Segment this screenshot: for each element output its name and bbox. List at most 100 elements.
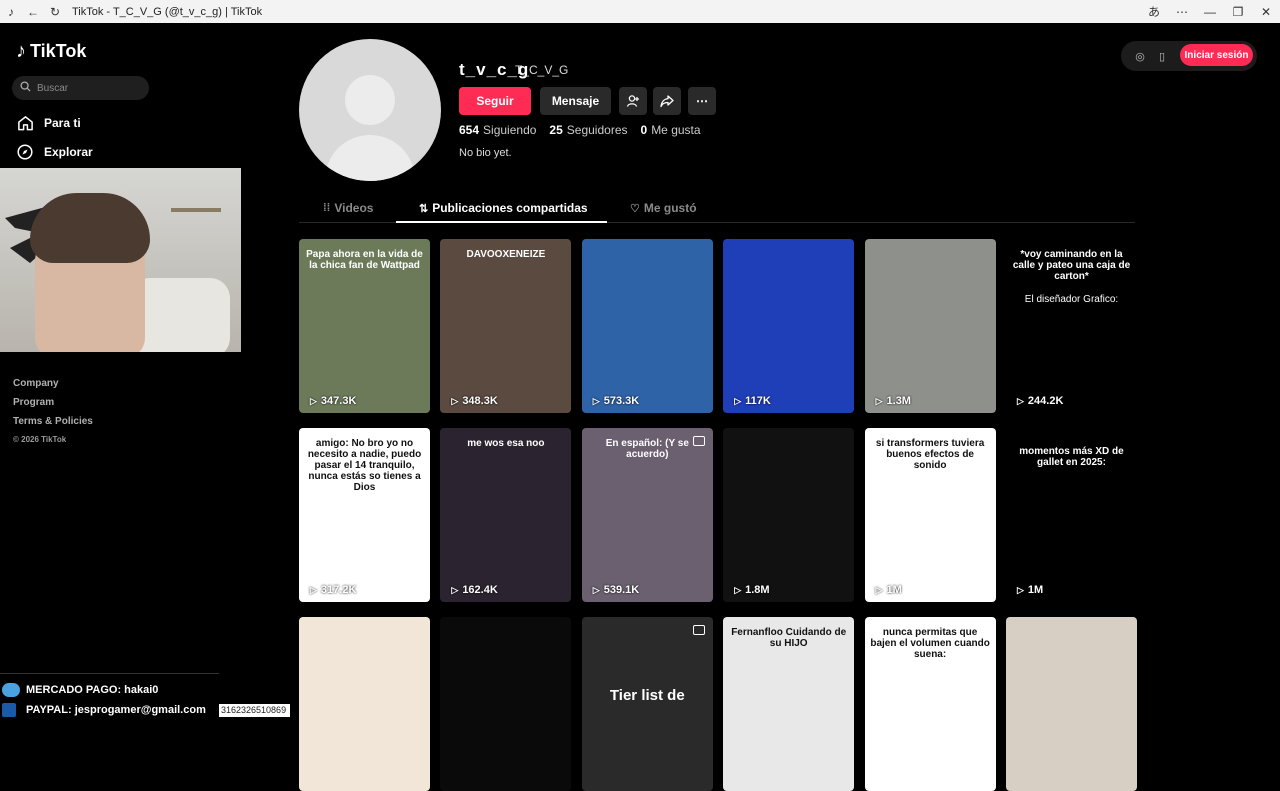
following-stat[interactable]: 654 Siguiendo <box>459 123 536 137</box>
play-icon: ▷ <box>1017 395 1024 406</box>
video-card[interactable] <box>440 617 572 791</box>
profile-avatar <box>299 39 441 181</box>
play-icon: ▷ <box>592 395 600 406</box>
close-button[interactable]: ✕ <box>1252 5 1280 19</box>
footer-link-program[interactable]: Program <box>13 397 93 408</box>
play-icon: ▷ <box>592 584 600 595</box>
phone-number-tag: 3162326510869 <box>219 704 290 717</box>
tab-label: Videos <box>334 201 374 215</box>
play-icon: ▷ <box>310 584 317 595</box>
tiktok-favicon-icon: ♪ <box>8 4 14 19</box>
paypal-text: PAYPAL: jesprogamer@gmail.com <box>26 704 206 716</box>
donation-overlay: MERCADO PAGO: hakai0 PAYPAL: jesprogamer… <box>0 673 219 720</box>
profile-nickname: T_C_V_G <box>515 63 569 77</box>
video-card[interactable]: ▷ 1.8M <box>723 428 855 602</box>
footer-link-terms[interactable]: Terms & Policies <box>13 416 93 427</box>
video-card[interactable]: ▷ 117K <box>723 239 855 413</box>
paypal-icon <box>2 703 16 717</box>
back-icon[interactable]: ← <box>22 5 44 19</box>
view-count: ▷ 244.2K <box>1017 395 1063 407</box>
more-button[interactable]: ⋯ <box>688 87 716 115</box>
tab-liked[interactable]: ♡ Me gustó <box>630 201 697 215</box>
home-icon <box>16 114 34 132</box>
play-icon: ▷ <box>734 584 742 595</box>
shelf <box>171 208 221 212</box>
view-count: ▷ 117K <box>734 395 771 407</box>
play-icon: ▷ <box>875 395 883 406</box>
video-caption: si transformers tuviera buenos efectos d… <box>875 438 985 471</box>
video-card[interactable]: En español: (Y se acuerdo) ▷ 539.1K <box>581 428 713 602</box>
sidebar-item-para-ti[interactable]: Para ti <box>16 114 81 132</box>
following-label: Siguiendo <box>483 123 537 137</box>
sidebar-item-label: Para ti <box>44 116 81 130</box>
view-count-text: 348.3K <box>462 395 498 407</box>
tiktok-logo[interactable]: ♪ TikTok <box>16 40 86 63</box>
view-count: ▷ 348.3K <box>451 395 497 407</box>
sidebar-item-explorar[interactable]: Explorar <box>16 143 93 161</box>
video-caption: DAVOOXENEIZE <box>466 249 546 260</box>
play-icon: ▷ <box>451 395 459 406</box>
tiktok-note-icon: ♪ <box>16 40 26 62</box>
tiktok-app: ♪ TikTok Para ti Explorar Company Progra… <box>0 23 1280 791</box>
view-count-text: 317.2K <box>320 584 357 596</box>
followers-label: Seguidores <box>566 123 628 137</box>
compass-icon <box>16 143 34 161</box>
share-button[interactable] <box>653 87 681 115</box>
view-count: ▷ 573.3K <box>593 395 639 407</box>
more-icon: ⋯ <box>696 94 708 108</box>
play-icon: ▷ <box>310 395 317 406</box>
video-card[interactable]: amigo: No bro yo no necesito a nadie, pu… <box>299 428 430 602</box>
video-card[interactable] <box>1006 617 1137 791</box>
followers-stat[interactable]: 25 Seguidores <box>549 123 627 137</box>
play-icon: ▷ <box>1017 584 1024 595</box>
play-icon: ▷ <box>875 584 883 595</box>
followers-count: 25 <box>549 123 563 137</box>
likes-stat: 0 Me gusta <box>641 123 701 137</box>
view-count-text: 1.8M <box>745 584 770 596</box>
video-card[interactable]: nunca permitas que bajen el volumen cuan… <box>864 617 996 791</box>
tab-reposts[interactable]: ⇅ Publicaciones compartidas <box>419 201 588 215</box>
video-card[interactable]: si transformers tuviera buenos efectos d… <box>864 428 996 602</box>
video-card[interactable]: ▷ 1.3M <box>864 239 996 413</box>
search-input[interactable] <box>37 82 137 94</box>
search-icon <box>20 81 31 95</box>
tab-label: Me gustó <box>643 201 697 215</box>
mercado-pago-icon <box>2 683 20 697</box>
window-title: TikTok - T_C_V_G (@t_v_c_g) | TikTok <box>72 5 263 18</box>
video-card[interactable]: momentos más XD de gallet en 2025: ▷ 1M <box>1006 428 1137 602</box>
search-box[interactable] <box>12 76 149 100</box>
minimize-button[interactable]: — <box>1196 5 1224 19</box>
play-icon: ▷ <box>451 584 459 595</box>
video-caption: Papa ahora en la vida de la chica fan de… <box>306 249 423 271</box>
message-button[interactable]: Mensaje <box>540 87 611 115</box>
video-card[interactable]: Fernanfloo Cuidando de su HIJO <box>723 617 855 791</box>
footer-link-company[interactable]: Company <box>13 378 93 389</box>
video-card[interactable]: Tier list de <box>581 617 713 791</box>
restore-button[interactable]: ❐ <box>1224 5 1252 19</box>
reload-icon[interactable]: ↻ <box>44 5 66 19</box>
translate-icon[interactable]: あ <box>1140 3 1168 20</box>
video-card[interactable]: ▷ 573.3K <box>581 239 713 413</box>
coin-icon[interactable]: ◎ <box>1129 50 1151 63</box>
add-user-icon <box>626 95 639 107</box>
more-options-icon[interactable]: ⋯ <box>1168 5 1196 19</box>
phone-icon[interactable]: ▯ <box>1151 50 1173 63</box>
follow-button[interactable]: Seguir <box>459 87 531 115</box>
video-caption: momentos más XD de gallet en 2025: <box>1019 446 1124 468</box>
avatar-body <box>325 135 415 181</box>
tab-videos[interactable]: ⁞⁞ Videos <box>323 201 373 215</box>
video-card[interactable]: DAVOOXENEIZE ▷ 348.3K <box>440 239 572 413</box>
webcam-overlay <box>0 168 241 352</box>
view-count-text: 117K <box>745 395 771 407</box>
video-card[interactable]: Papa ahora en la vida de la chica fan de… <box>299 239 430 413</box>
logo-text: TikTok <box>30 41 87 61</box>
view-count: ▷ 1.8M <box>734 584 769 596</box>
add-friend-button[interactable] <box>619 87 647 115</box>
login-button[interactable]: Iniciar sesión <box>1180 44 1253 66</box>
photo-carousel-icon <box>692 436 705 446</box>
view-count: ▷ 1M <box>876 584 902 596</box>
video-card[interactable]: me wos esa noo ▷ 162.4K <box>440 428 572 602</box>
video-card[interactable]: *voy caminando en la calle y pateo una c… <box>1006 239 1137 413</box>
share-icon <box>660 95 674 108</box>
video-card[interactable] <box>299 617 430 791</box>
